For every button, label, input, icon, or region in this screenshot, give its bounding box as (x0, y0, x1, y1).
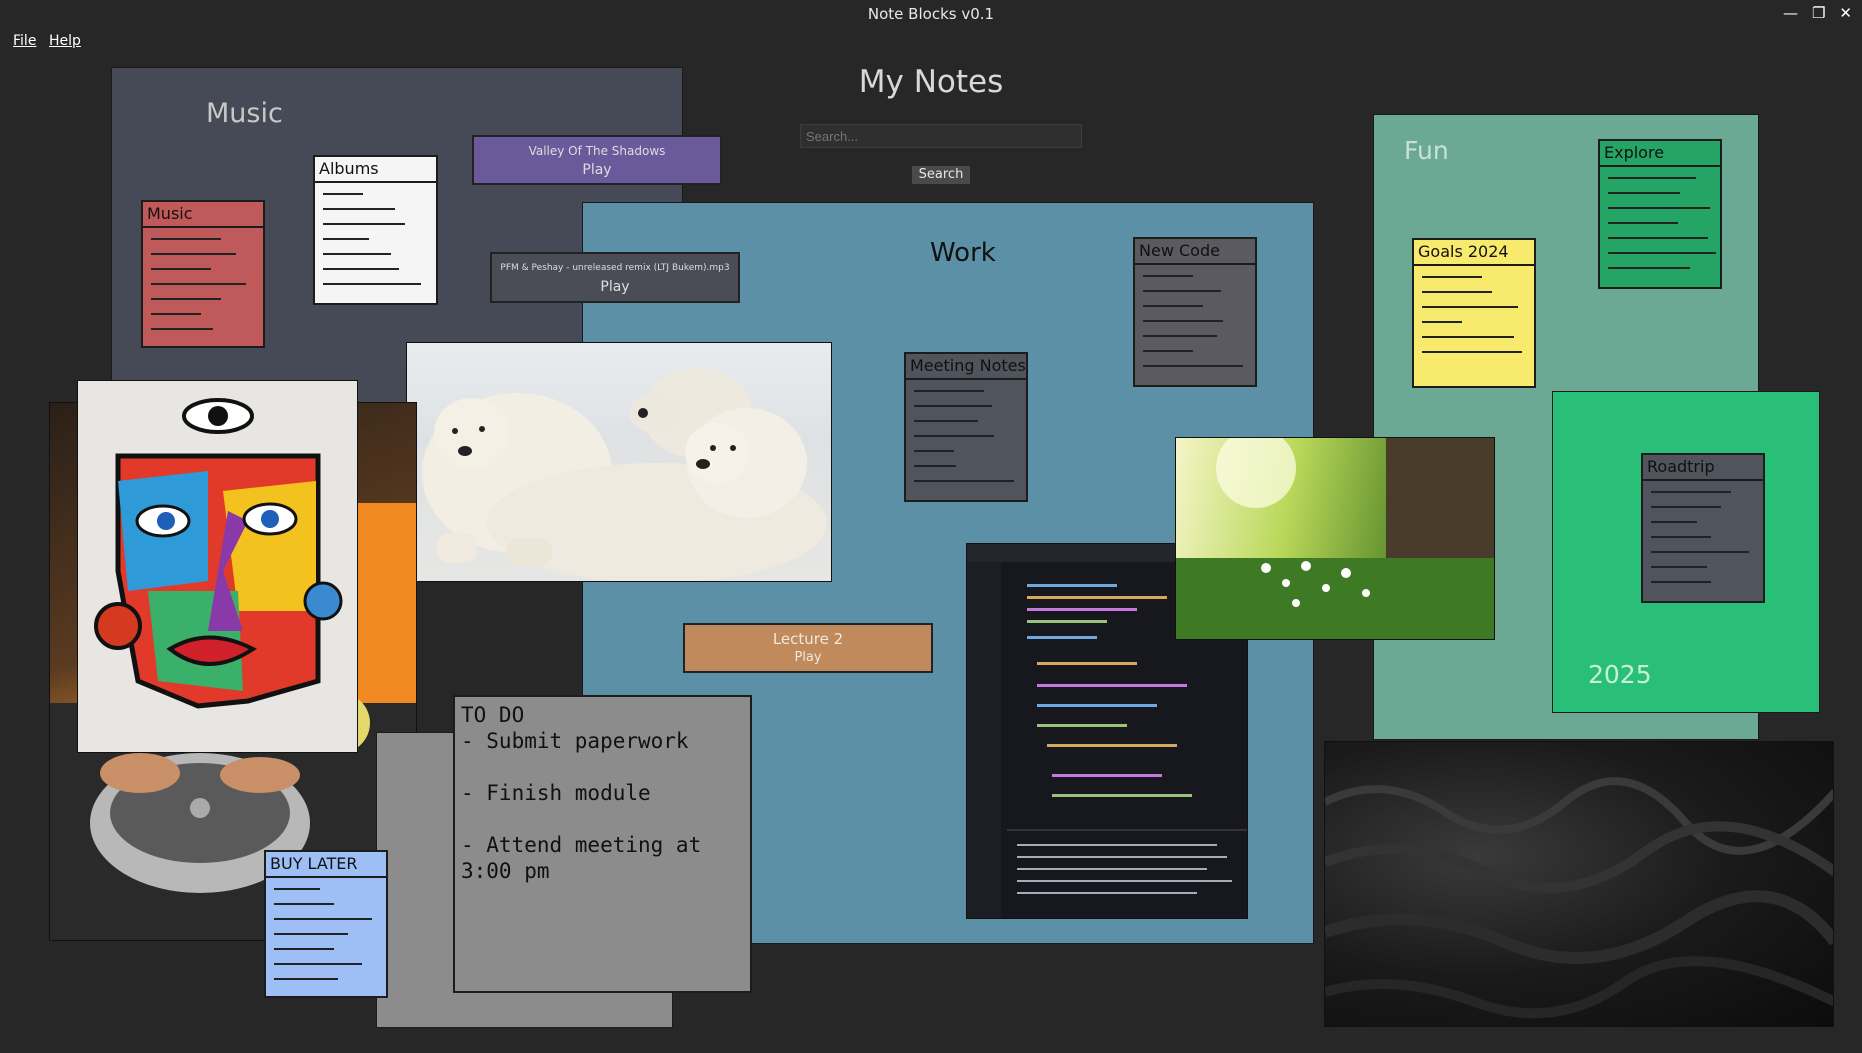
title-bar: Note Blocks v0.1 — ❐ ✕ (0, 0, 1862, 30)
page-title: My Notes (858, 64, 1004, 100)
note-title: Meeting Notes (906, 354, 1026, 380)
note-lines (1643, 481, 1763, 583)
board-label-music: Music (206, 98, 283, 129)
note-title: Roadtrip (1643, 455, 1763, 481)
note-buy-later[interactable]: BUY LATER (264, 850, 388, 998)
note-goals-2024[interactable]: Goals 2024 (1412, 238, 1536, 388)
note-albums[interactable]: Albums (313, 155, 438, 305)
maximize-icon[interactable]: ❐ (1812, 4, 1825, 22)
minimize-icon[interactable]: — (1783, 4, 1798, 22)
polar-bears-image (422, 368, 827, 581)
play-button[interactable]: Play (492, 279, 738, 295)
painting-face[interactable] (77, 380, 358, 753)
note-meeting-notes[interactable]: Meeting Notes (904, 352, 1028, 502)
player-lecture[interactable]: Lecture 2 Play (683, 623, 933, 673)
track-title: Valley Of The Shadows (528, 144, 666, 158)
note-lines (143, 228, 263, 330)
track-title: Lecture 2 (772, 630, 844, 648)
note-title: Goals 2024 (1414, 240, 1534, 266)
menu-help[interactable]: Help (49, 33, 81, 49)
board-label-fun: Fun (1404, 136, 1449, 165)
face-painting-image (94, 398, 343, 709)
note-lines (1600, 167, 1720, 269)
note-title: Albums (315, 157, 436, 183)
note-title: BUY LATER (266, 852, 386, 878)
search-button[interactable]: Search (912, 166, 970, 184)
menu-bar: File Help (0, 30, 1862, 54)
note-lines (315, 183, 436, 285)
player-valley[interactable]: Valley Of The Shadows Play (472, 135, 722, 185)
track-title: PFM & Peshay - unreleased remix (LTJ Buk… (500, 263, 730, 273)
note-lines (266, 878, 386, 980)
play-button[interactable]: Play (685, 650, 931, 665)
todo-note[interactable]: TO DO - Submit paperwork - Finish module… (453, 695, 752, 993)
note-lines (1135, 265, 1255, 367)
board-label-2025: 2025 (1588, 660, 1652, 689)
menu-file[interactable]: File (13, 33, 36, 49)
dark-waves-image (1325, 777, 1833, 1019)
play-button[interactable]: Play (474, 162, 720, 178)
note-title: New Code (1135, 239, 1255, 265)
note-roadtrip[interactable]: Roadtrip (1641, 453, 1765, 603)
note-new-code[interactable]: New Code (1133, 237, 1257, 387)
player-pfm[interactable]: PFM & Peshay - unreleased remix (LTJ Buk… (490, 252, 740, 303)
photo-polar-bears[interactable] (406, 342, 832, 582)
note-lines (1414, 266, 1534, 353)
note-explore[interactable]: Explore (1598, 139, 1722, 289)
window-title: Note Blocks v0.1 (867, 5, 995, 23)
note-title: Explore (1600, 141, 1720, 167)
note-lines (906, 380, 1026, 482)
note-title: Music (143, 202, 263, 228)
photo-dark-texture[interactable] (1324, 741, 1834, 1027)
note-music[interactable]: Music (141, 200, 265, 348)
nature-image (1176, 438, 1494, 639)
search-input[interactable] (800, 124, 1082, 148)
board-label-work: Work (930, 238, 996, 268)
close-icon[interactable]: ✕ (1839, 4, 1852, 22)
photo-nature[interactable] (1175, 437, 1495, 640)
